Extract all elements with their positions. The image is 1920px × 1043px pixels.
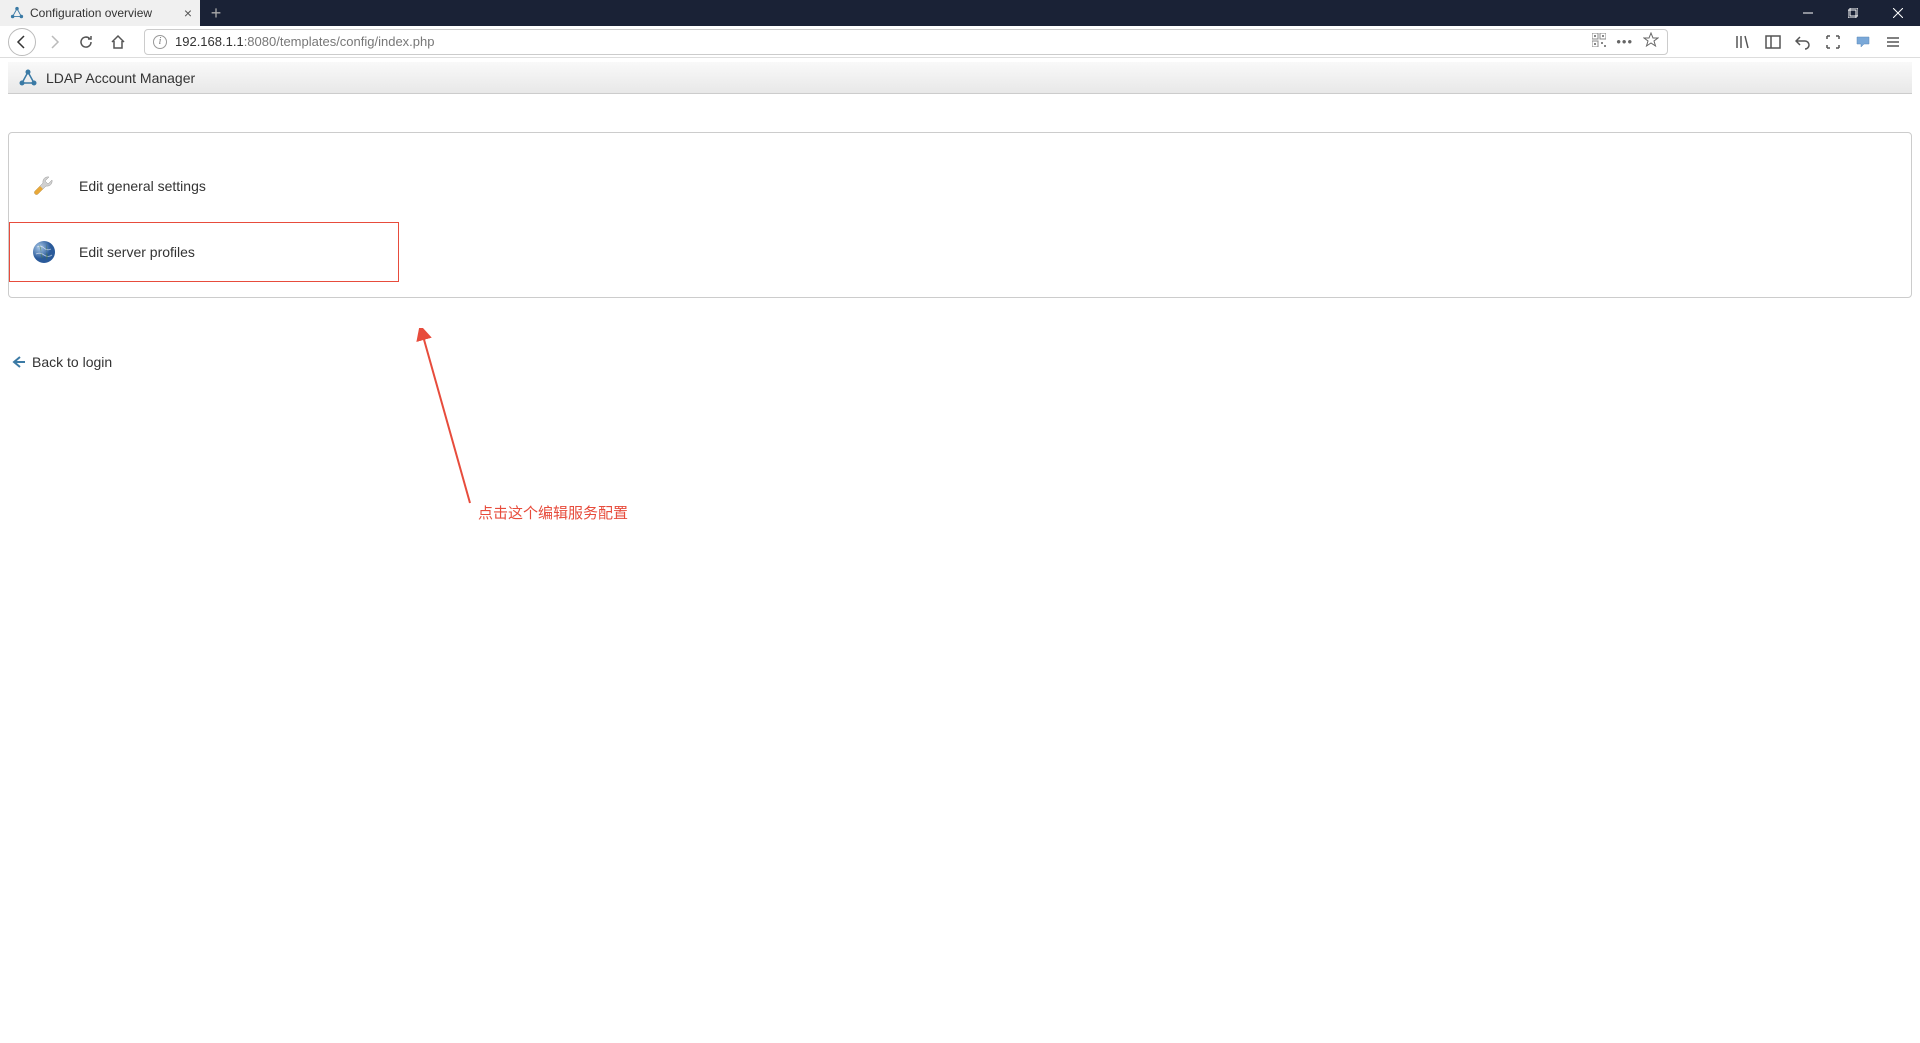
window-minimize-icon[interactable] (1785, 0, 1830, 26)
globe-icon (31, 239, 57, 265)
page-content: LDAP Account Manager Edit general settin… (0, 58, 1920, 1043)
more-icon[interactable]: ••• (1616, 34, 1633, 49)
menu-icon[interactable] (1882, 31, 1904, 53)
nav-home-button[interactable] (104, 28, 132, 56)
window-controls (1785, 0, 1920, 26)
url-host: 192.168.1.1 (175, 34, 244, 49)
lam-logo-icon (18, 68, 38, 88)
nav-forward-button[interactable] (40, 28, 68, 56)
site-info-icon[interactable]: i (153, 35, 167, 49)
undo-icon[interactable] (1792, 31, 1814, 53)
tab-title: Configuration overview (30, 6, 152, 20)
new-tab-button[interactable]: + (200, 0, 232, 26)
bookmark-star-icon[interactable] (1643, 32, 1659, 51)
nav-reload-button[interactable] (72, 28, 100, 56)
back-arrow-icon (12, 355, 26, 369)
chat-icon[interactable] (1852, 31, 1874, 53)
toolbar-right-icons (1732, 31, 1912, 53)
screenshot-icon[interactable] (1822, 31, 1844, 53)
config-options-card: Edit general settings Edit server profil… (8, 132, 1912, 298)
url-actions: ••• (1592, 32, 1659, 51)
wrench-icon (31, 173, 57, 199)
browser-toolbar: i 192.168.1.1:8080/templates/config/inde… (0, 26, 1920, 58)
page-title: LDAP Account Manager (46, 70, 195, 86)
qr-icon[interactable] (1592, 33, 1606, 50)
edit-server-profiles-link[interactable]: Edit server profiles (31, 227, 1889, 277)
nav-back-button[interactable] (8, 28, 36, 56)
sidebar-icon[interactable] (1762, 31, 1784, 53)
annotation-text: 点击这个编辑服务配置 (478, 502, 628, 523)
browser-titlebar: Configuration overview × + (0, 0, 1920, 26)
url-path: :8080/templates/config/index.php (244, 34, 435, 49)
tab-close-icon[interactable]: × (184, 5, 192, 21)
option-label: Edit server profiles (79, 244, 195, 260)
window-maximize-icon[interactable] (1830, 0, 1875, 26)
annotation-highlight-box (9, 222, 399, 282)
back-link-label: Back to login (32, 354, 112, 370)
window-close-icon[interactable] (1875, 0, 1920, 26)
browser-tab[interactable]: Configuration overview × (0, 0, 200, 26)
library-icon[interactable] (1732, 31, 1754, 53)
edit-general-settings-link[interactable]: Edit general settings (31, 161, 1889, 211)
tab-favicon (10, 6, 24, 20)
url-bar[interactable]: i 192.168.1.1:8080/templates/config/inde… (144, 29, 1668, 55)
page-header-bar: LDAP Account Manager (8, 62, 1912, 94)
option-label: Edit general settings (79, 178, 206, 194)
back-to-login-link[interactable]: Back to login (12, 354, 1920, 370)
